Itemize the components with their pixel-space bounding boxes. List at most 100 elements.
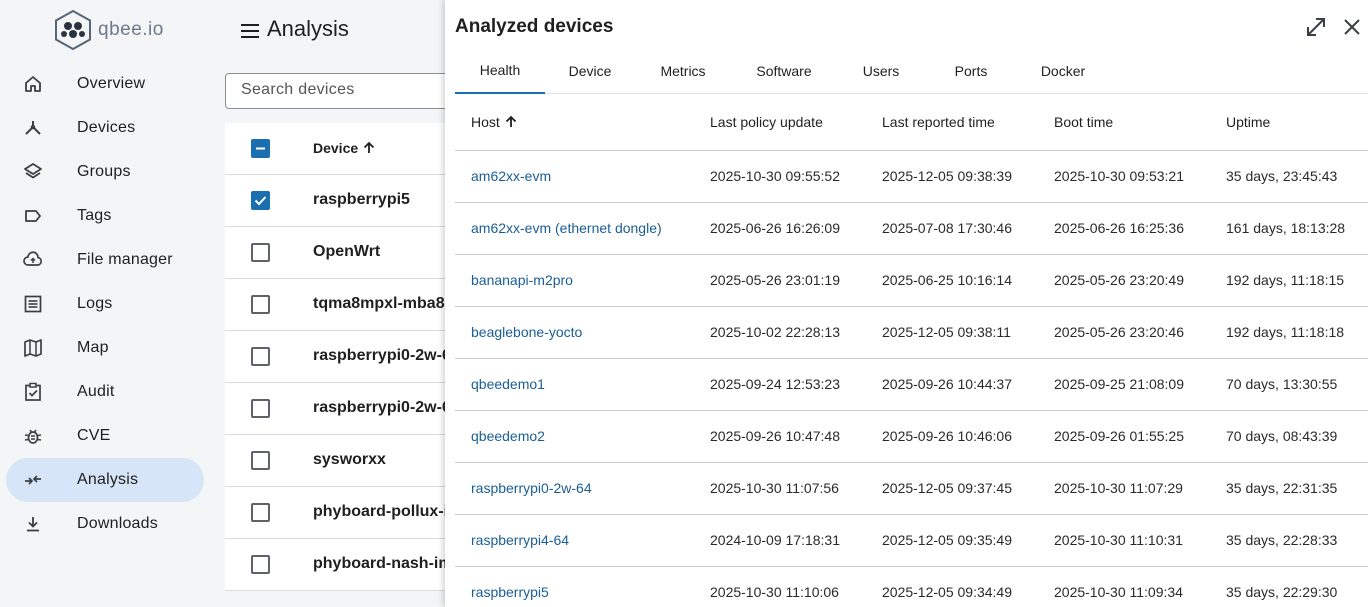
sidebar-item-devices[interactable]: Devices <box>6 106 204 150</box>
host-column-header[interactable]: Host <box>471 114 518 130</box>
last-policy-update-cell: 2025-09-26 10:47:48 <box>710 428 840 444</box>
host-link[interactable]: qbeedemo2 <box>471 428 545 444</box>
search-field[interactable] <box>225 73 465 109</box>
analyzed-devices-panel: Analyzed devices Health Device Metrics S… <box>445 0 1368 607</box>
row-checkbox[interactable] <box>251 555 270 574</box>
table-row[interactable]: phyboard-nash-im <box>225 539 453 591</box>
table-row[interactable]: raspberrypi0-2w-6 <box>225 383 451 435</box>
sidebar-item-tags[interactable]: Tags <box>6 194 204 238</box>
last-policy-update-header[interactable]: Last policy update <box>710 114 823 130</box>
tab-metrics[interactable]: Metrics <box>638 48 728 94</box>
table-row[interactable]: beaglebone-yocto 2025-10-02 22:28:13 2025-… <box>455 307 1368 359</box>
row-checkbox[interactable] <box>251 347 270 366</box>
table-row[interactable]: raspberrypi0-2w-64 2025-10-30 11:07:56 202… <box>455 463 1368 515</box>
row-checkbox[interactable] <box>251 243 270 262</box>
last-reported-time-cell: 2025-12-05 09:35:49 <box>882 532 1012 548</box>
uptime-cell: 70 days, 13:30:55 <box>1226 376 1338 392</box>
row-checkbox[interactable] <box>251 399 270 418</box>
host-column-label: Host <box>471 114 500 130</box>
sidebar-item-label: File manager <box>77 251 173 268</box>
health-table-body: am62xx-evm 2025-10-30 09:55:52 2025-12-05 … <box>455 151 1368 607</box>
tab-ports[interactable]: Ports <box>926 48 1016 94</box>
last-reported-time-cell: 2025-12-05 09:38:39 <box>882 168 1012 184</box>
table-row[interactable]: OpenWrt <box>225 227 445 279</box>
sidebar-item-downloads[interactable]: Downloads <box>6 502 204 546</box>
table-row[interactable]: bananapi-m2pro 2025-05-26 23:01:19 2025-06… <box>455 255 1368 307</box>
table-row[interactable]: am62xx-evm 2025-10-30 09:55:52 2025-12-05 … <box>455 151 1368 203</box>
row-checkbox[interactable] <box>251 503 270 522</box>
sidebar-item-label: Groups <box>77 163 131 180</box>
device-name: phyboard-nash-im <box>313 555 453 572</box>
table-row[interactable]: qbeedemo1 2025-09-24 12:53:23 2025-09-26 1… <box>455 359 1368 411</box>
sidebar-item-overview[interactable]: Overview <box>6 62 204 106</box>
last-policy-update-cell: 2024-10-09 17:18:31 <box>710 532 840 548</box>
panel-tabs: Health Device Metrics Software Users Por… <box>455 48 1368 94</box>
health-table-header: Host Last policy update Last reported ti… <box>455 96 1368 151</box>
sort-ascending-icon[interactable] <box>504 115 518 129</box>
analysis-icon <box>22 469 44 491</box>
device-column-header[interactable]: Device <box>313 140 376 156</box>
close-icon[interactable] <box>1342 17 1362 37</box>
table-row[interactable]: sysworxx <box>225 435 445 487</box>
boot-time-cell: 2025-09-26 01:55:25 <box>1054 428 1184 444</box>
row-checkbox[interactable] <box>251 295 270 314</box>
sidebar-item-label: Logs <box>77 295 113 312</box>
device-name: phyboard-pollux-i <box>313 503 449 520</box>
table-row[interactable]: qbeedemo2 2025-09-26 10:47:48 2025-09-26 1… <box>455 411 1368 463</box>
table-row[interactable]: phyboard-pollux-i <box>225 487 449 539</box>
table-row[interactable]: raspberrypi0-2w-6 <box>225 331 451 383</box>
host-link[interactable]: raspberrypi4-64 <box>471 532 569 548</box>
host-link[interactable]: am62xx-evm (ethernet dongle) <box>471 220 662 236</box>
cloud-upload-icon <box>22 249 44 271</box>
sidebar-item-logs[interactable]: Logs <box>6 282 204 326</box>
row-checkbox[interactable] <box>251 451 270 470</box>
select-all-checkbox[interactable] <box>251 139 270 158</box>
uptime-cell: 35 days, 22:31:35 <box>1226 480 1338 496</box>
last-policy-update-cell: 2025-06-26 16:26:09 <box>710 220 840 236</box>
sidebar-item-audit[interactable]: Audit <box>6 370 204 414</box>
expand-icon[interactable] <box>1305 16 1327 38</box>
uptime-header[interactable]: Uptime <box>1226 114 1270 130</box>
sidebar-item-file-manager[interactable]: File manager <box>6 238 204 282</box>
tab-device[interactable]: Device <box>545 48 635 94</box>
boot-time-cell: 2025-10-30 11:09:34 <box>1054 584 1183 600</box>
bug-icon <box>22 425 44 447</box>
uptime-cell: 35 days, 22:28:33 <box>1226 532 1338 548</box>
last-reported-time-cell: 2025-09-26 10:44:37 <box>882 376 1012 392</box>
home-icon <box>22 73 44 95</box>
table-row[interactable]: raspberrypi4-64 2024-10-09 17:18:31 2025-1… <box>455 515 1368 567</box>
host-link[interactable]: bananapi-m2pro <box>471 272 573 288</box>
device-column-label: Device <box>313 140 359 156</box>
host-link[interactable]: raspberrypi0-2w-64 <box>471 480 592 496</box>
tab-users[interactable]: Users <box>836 48 926 94</box>
host-link[interactable]: raspberrypi5 <box>471 584 549 600</box>
host-link[interactable]: beaglebone-yocto <box>471 324 582 340</box>
table-row[interactable]: tqma8mpxl-mba8 <box>225 279 445 331</box>
table-row[interactable]: raspberrypi5 <box>225 175 445 227</box>
tab-docker[interactable]: Docker <box>1018 48 1108 94</box>
host-link[interactable]: qbeedemo1 <box>471 376 545 392</box>
table-row[interactable]: raspberrypi5 2025-10-30 11:10:06 2025-12-0… <box>455 567 1368 607</box>
host-link[interactable]: am62xx-evm <box>471 168 551 184</box>
table-row[interactable]: am62xx-evm (ethernet dongle) 2025-06-26 1… <box>455 203 1368 255</box>
sidebar-item-label: Overview <box>77 75 146 92</box>
boot-time-header[interactable]: Boot time <box>1054 114 1113 130</box>
tab-software[interactable]: Software <box>739 48 829 94</box>
health-table: Host Last policy update Last reported ti… <box>455 96 1368 607</box>
menu-icon[interactable] <box>239 20 261 42</box>
clipboard-check-icon <box>22 381 44 403</box>
sidebar-item-map[interactable]: Map <box>6 326 204 370</box>
uptime-cell: 35 days, 23:45:43 <box>1226 168 1338 184</box>
tag-icon <box>22 205 44 227</box>
sidebar-item-groups[interactable]: Groups <box>6 150 204 194</box>
sidebar-item-cve[interactable]: CVE <box>6 414 204 458</box>
brand-logo[interactable]: qbee.io <box>54 10 164 50</box>
tab-health[interactable]: Health <box>455 48 545 94</box>
sidebar-item-label: Audit <box>77 383 115 400</box>
sort-ascending-icon[interactable] <box>362 141 376 155</box>
sidebar-item-analysis[interactable]: Analysis <box>6 458 204 502</box>
last-reported-time-cell: 2025-07-08 17:30:46 <box>882 220 1012 236</box>
last-reported-time-header[interactable]: Last reported time <box>882 114 995 130</box>
row-checkbox[interactable] <box>251 191 270 210</box>
search-input[interactable] <box>241 81 441 99</box>
